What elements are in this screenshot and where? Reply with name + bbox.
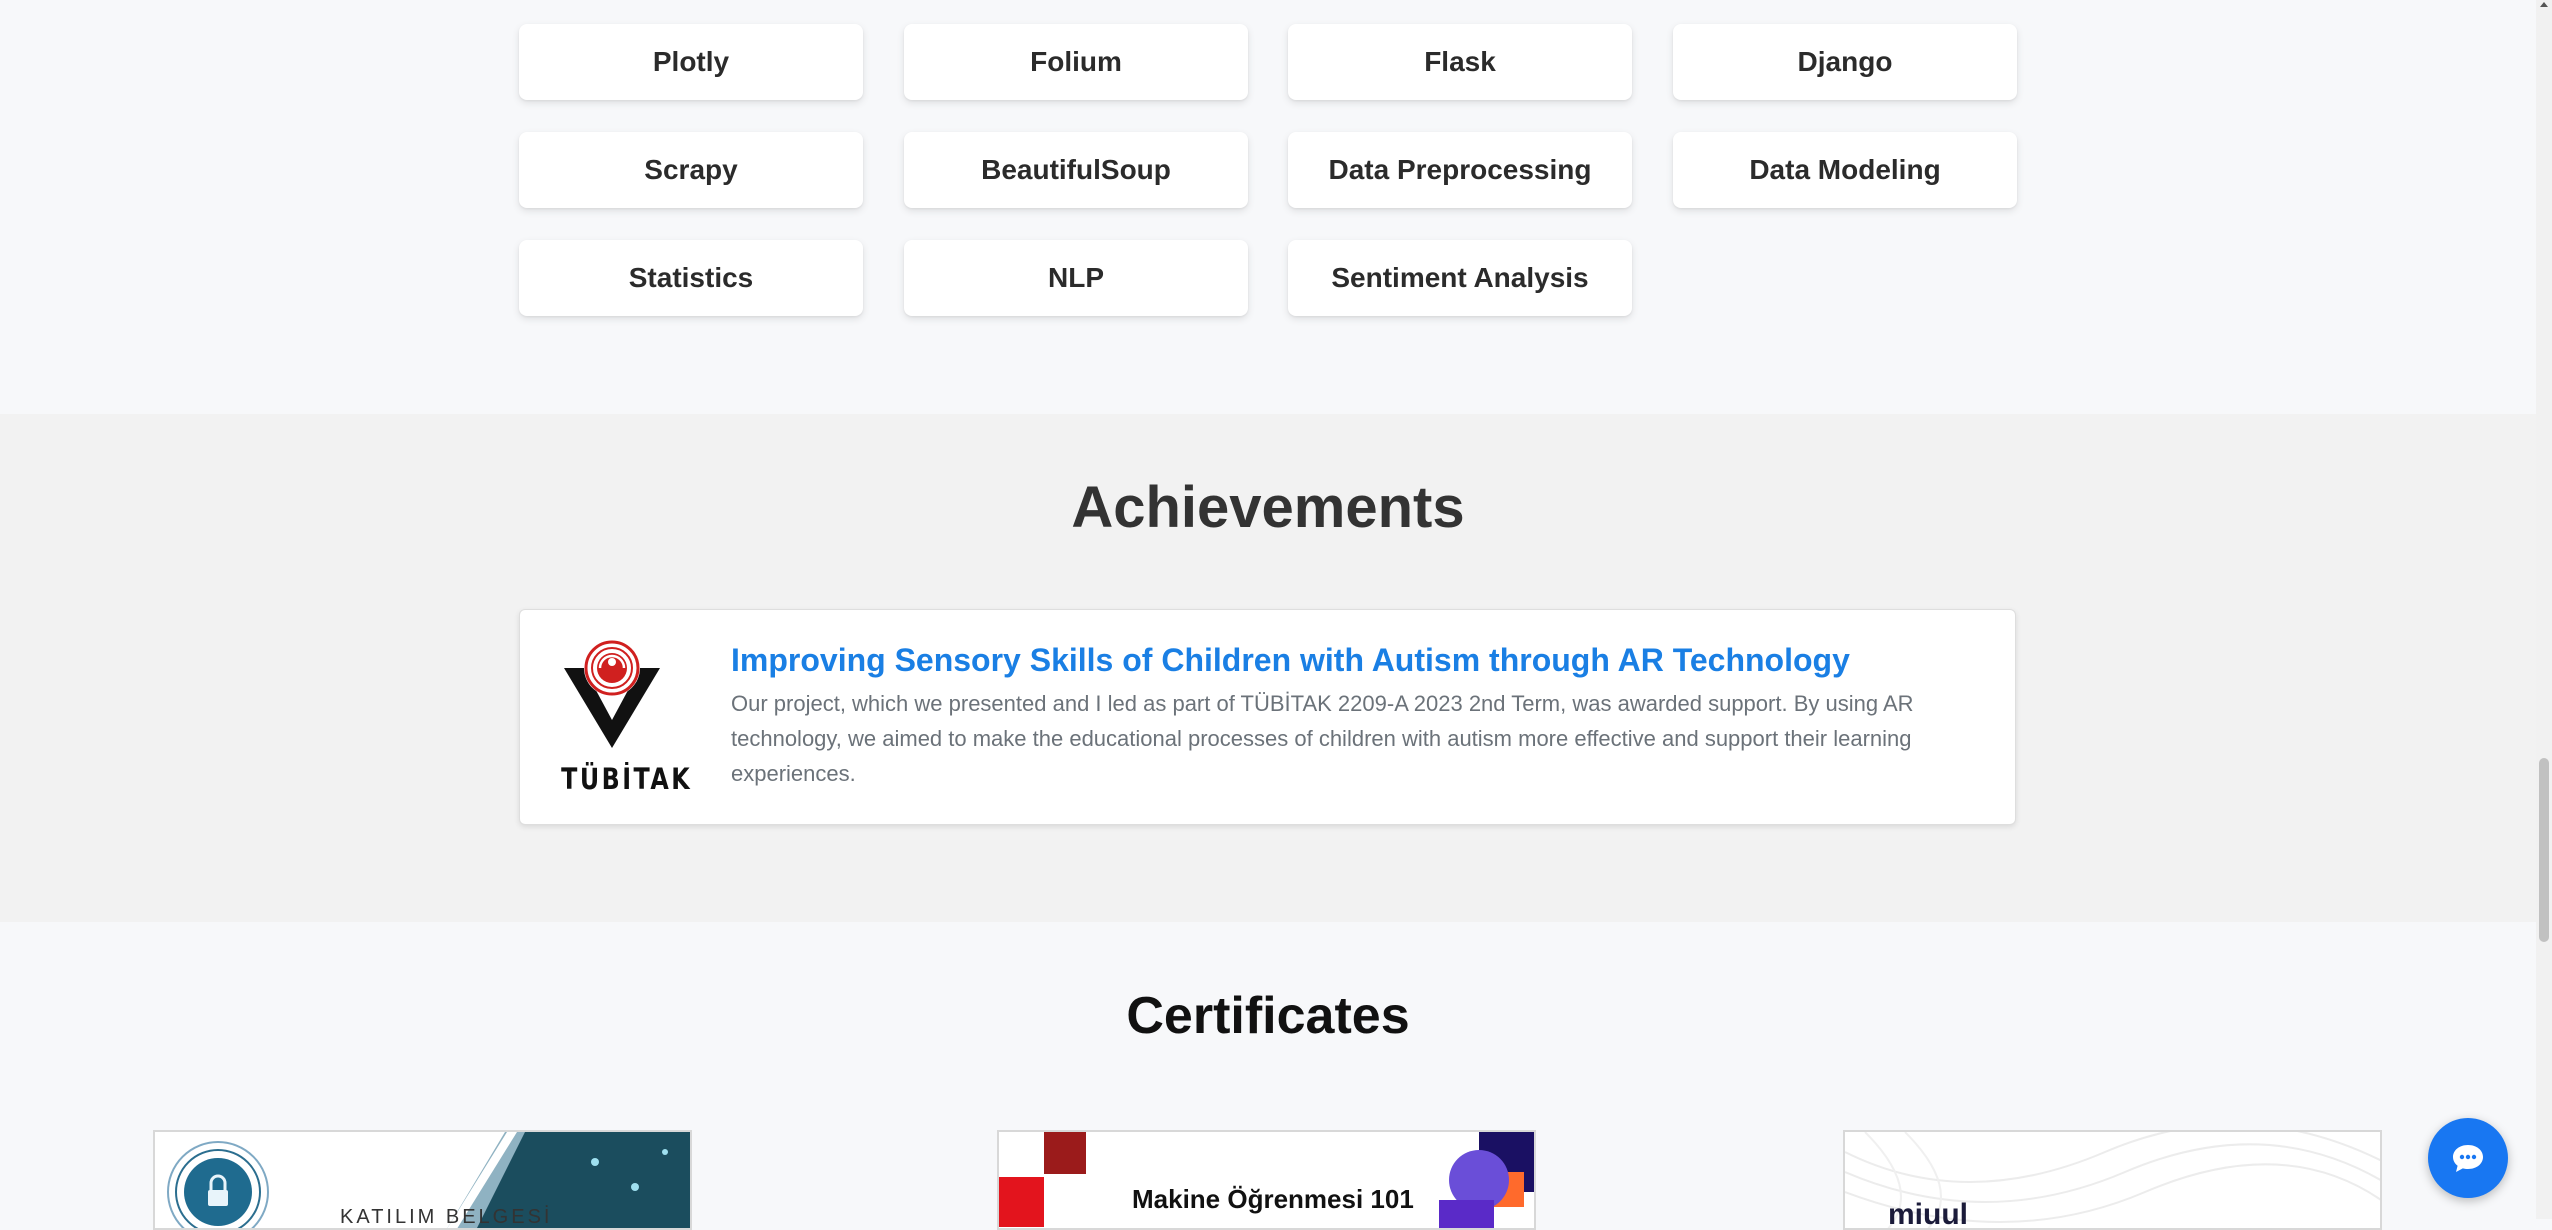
- skill-label: Folium: [1030, 46, 1122, 77]
- skill-card-statistics: Statistics: [519, 240, 863, 316]
- skill-label: Scrapy: [644, 154, 738, 185]
- skill-card-data-modeling: Data Modeling: [1673, 132, 2017, 208]
- skills-section: Plotly Folium Flask Django Scrapy Beauti…: [0, 0, 2536, 414]
- tubitak-logo: TÜBİTAK: [550, 638, 690, 796]
- skill-label: Data Preprocessing: [1328, 154, 1592, 185]
- certificate-text: Makine Öğrenmesi 101: [1132, 1184, 1414, 1214]
- skill-label: BeautifulSoup: [981, 154, 1171, 185]
- page-scrollbar[interactable]: [2536, 0, 2552, 1219]
- section-title-certificates: Certificates: [1126, 987, 1410, 1045]
- skill-label: Flask: [1424, 46, 1496, 77]
- scrollbar-thumb[interactable]: [2539, 758, 2549, 942]
- skill-label: Sentiment Analysis: [1331, 262, 1589, 293]
- certificates-section: Certificates KATILIM BELGESİ Makine Öğre…: [0, 922, 2536, 1230]
- skill-label: Statistics: [628, 262, 754, 293]
- certificate-text: KATILIM BELGESİ: [340, 1206, 553, 1228]
- skill-card-flask: Flask: [1288, 24, 1632, 100]
- certificate-card-miuul[interactable]: miuul: [1843, 1130, 2382, 1230]
- skill-label: Django: [1797, 46, 1893, 77]
- skill-card-sentiment-analysis: Sentiment Analysis: [1288, 240, 1632, 316]
- section-title-achievements: Achievements: [1071, 475, 1465, 540]
- tubitak-logo-text: TÜBİTAK: [561, 762, 693, 796]
- skill-card-scrapy: Scrapy: [519, 132, 863, 208]
- achievement-card: TÜBİTAK Improving Sensory Skills of Chil…: [519, 609, 2016, 825]
- chat-bubble-icon: [2453, 1145, 2483, 1172]
- certificate-card-makine-ogrenmesi[interactable]: Makine Öğrenmesi 101: [997, 1130, 1536, 1230]
- skill-label: Data Modeling: [1749, 154, 1941, 185]
- chat-button[interactable]: [2428, 1118, 2508, 1198]
- tubitak-emblem-icon: [564, 640, 660, 748]
- certificate-card-katilim[interactable]: KATILIM BELGESİ: [153, 1130, 692, 1230]
- skill-card-django: Django: [1673, 24, 2017, 100]
- skill-label: NLP: [1048, 262, 1104, 293]
- achievement-title-link[interactable]: Improving Sensory Skills of Children wit…: [731, 642, 1850, 679]
- achievements-section: Achievements TÜBİTAK Improving Sensory S…: [0, 414, 2536, 922]
- skill-card-nlp: NLP: [904, 240, 1248, 316]
- skill-card-beautifulsoup: BeautifulSoup: [904, 132, 1248, 208]
- skill-card-folium: Folium: [904, 24, 1248, 100]
- skill-label: Plotly: [652, 46, 730, 77]
- scroll-up-arrow-icon[interactable]: [2540, 2, 2548, 7]
- certificate-thumbnail-graphic: [999, 1132, 1534, 1228]
- skill-card-data-preprocessing: Data Preprocessing: [1288, 132, 1632, 208]
- achievement-description: Our project, which we presented and I le…: [731, 691, 1914, 786]
- skill-card-plotly: Plotly: [519, 24, 863, 100]
- miuul-logo: miuul: [1888, 1198, 1968, 1230]
